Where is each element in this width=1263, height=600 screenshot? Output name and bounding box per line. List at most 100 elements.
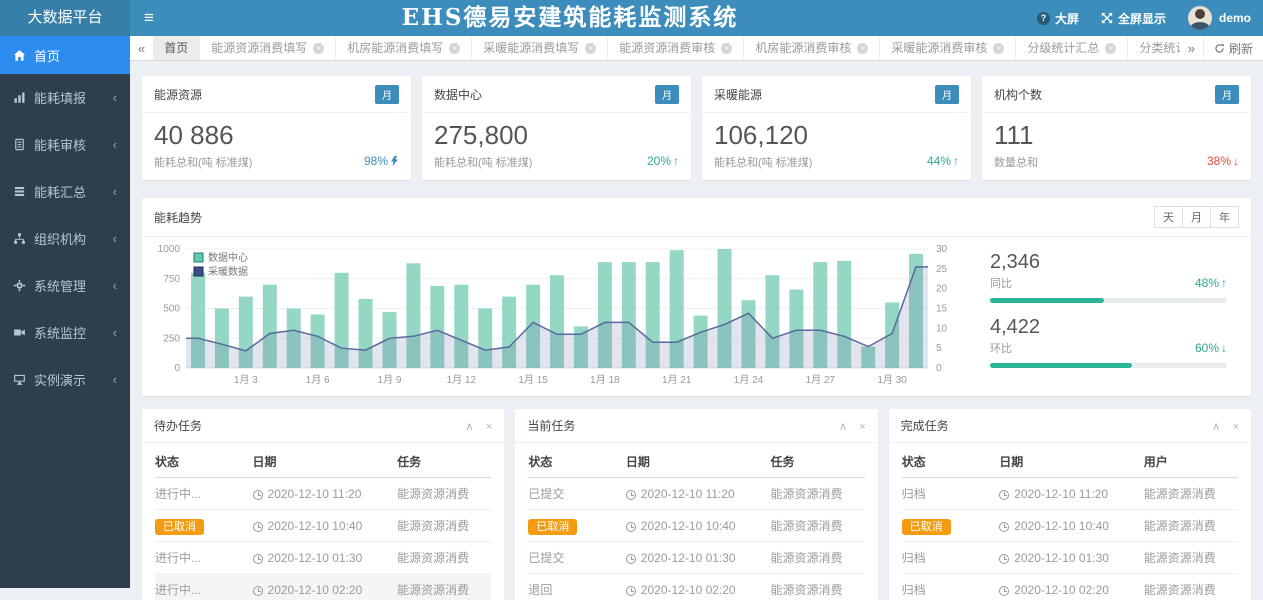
task-table: 状态日期任务 进行中... 2020-12-10 11:20 能源资源消费 已取…	[155, 444, 491, 600]
table-row[interactable]: 归档 2020-12-10 01:30 能源资源消费	[902, 542, 1238, 574]
tab-8[interactable]: 分类统计汇总 ×	[1128, 36, 1179, 60]
tab-7[interactable]: 分级统计汇总 ×	[1016, 36, 1128, 60]
tab-6[interactable]: 采暖能源消费审核 ×	[880, 36, 1016, 60]
sidebar-item-2[interactable]: 能耗审核 ‹	[0, 121, 130, 168]
clock-icon	[626, 586, 636, 596]
stat-card-title: 能源资源	[154, 86, 202, 103]
close-icon[interactable]: ×	[1233, 421, 1239, 433]
svg-text:1月 18: 1月 18	[590, 374, 620, 386]
task-panel-title: 待办任务	[154, 417, 202, 434]
date-text: 2020-12-10 10:40	[268, 519, 363, 533]
sidebar-toggle-hamburger-icon[interactable]: ≡	[144, 0, 154, 36]
user-menu[interactable]: demo	[1188, 6, 1251, 30]
table-row[interactable]: 进行中... 2020-12-10 11:20 能源资源消费	[155, 478, 491, 510]
collapse-icon[interactable]: ∧	[839, 421, 847, 433]
table-row[interactable]: 归档 2020-12-10 11:20 能源资源消费	[902, 478, 1238, 510]
tab-3[interactable]: 采暖能源消费填写 ×	[472, 36, 608, 60]
main-area: « 首页 能源资源消费填写 × 机房能源消费填写 × 采暖能源消费填写 × 能源…	[130, 36, 1263, 600]
svg-text:500: 500	[163, 304, 180, 315]
app-logo[interactable]: 大数据平台	[0, 0, 130, 36]
table-row[interactable]: 进行中... 2020-12-10 02:20 能源资源消费	[155, 574, 491, 600]
tab-close-icon[interactable]: ×	[857, 43, 868, 54]
trend-chart-body: 025050075010000510152025301月 31月 61月 91月…	[142, 237, 1251, 396]
big-screen-link[interactable]: ? 大屏	[1037, 10, 1079, 27]
table-row[interactable]: 退回 2020-12-10 02:20 能源资源消费	[528, 574, 864, 600]
status-badge: 已取消	[155, 519, 204, 535]
table-row[interactable]: 已取消 2020-12-10 10:40 能源资源消费	[155, 510, 491, 542]
sidebar: 首页 能耗填报 ‹ 能耗审核 ‹ 能耗汇总 ‹ 组织机构 ‹ 系统管理 ‹ 系统…	[0, 36, 130, 588]
clock-icon	[999, 554, 1009, 564]
progress-bar	[990, 298, 1227, 303]
tabs-scroll-left-icon[interactable]: «	[130, 36, 153, 60]
range-button-2[interactable]: 年	[1210, 206, 1239, 228]
close-icon[interactable]: ×	[859, 421, 865, 433]
clock-icon	[253, 522, 263, 532]
task-text: 能源资源消费	[770, 478, 864, 510]
tab-close-icon[interactable]: ×	[1105, 43, 1116, 54]
trend-stat-percent: 48% ↑	[1195, 276, 1227, 290]
table-row[interactable]: 已取消 2020-12-10 10:40 能源资源消费	[528, 510, 864, 542]
clock-icon	[999, 490, 1009, 500]
sidebar-item-7[interactable]: 实例演示 ‹	[0, 356, 130, 403]
svg-text:750: 750	[163, 274, 180, 285]
sidebar-item-label: 能耗审核	[34, 135, 86, 154]
sidebar-item-0[interactable]: 首页	[0, 36, 130, 74]
task-table: 状态日期用户 归档 2020-12-10 11:20 能源资源消费 已取消 20…	[902, 444, 1238, 600]
top-header: 大数据平台 ≡ EHS德易安建筑能耗监测系统 ? 大屏 全屏显示 demo	[0, 0, 1263, 36]
tab-4[interactable]: 能源资源消费审核 ×	[608, 36, 744, 60]
tab-0[interactable]: 首页	[153, 36, 200, 60]
table-row[interactable]: 已提交 2020-12-10 11:20 能源资源消费	[528, 478, 864, 510]
month-badge[interactable]: 月	[375, 85, 399, 104]
content: 能源资源 月 40 886 能耗总和(吨 标准煤) 98% 数据中心 月 275…	[130, 61, 1263, 600]
svg-text:1月 3: 1月 3	[234, 374, 258, 386]
close-icon[interactable]: ×	[486, 421, 492, 433]
tab-label: 机房能源消费填写	[347, 36, 443, 60]
refresh-label: 刷新	[1229, 40, 1253, 57]
tab-5[interactable]: 机房能源消费审核 ×	[744, 36, 880, 60]
tabs-scroll-right-icon[interactable]: »	[1180, 36, 1203, 60]
tab-close-icon[interactable]: ×	[585, 43, 596, 54]
sidebar-item-3[interactable]: 能耗汇总 ‹	[0, 168, 130, 215]
sitemap-icon	[13, 232, 26, 245]
collapse-icon[interactable]: ∧	[1212, 421, 1220, 433]
chevron-left-icon: ‹	[113, 372, 117, 387]
tab-2[interactable]: 机房能源消费填写 ×	[336, 36, 472, 60]
range-button-1[interactable]: 月	[1182, 206, 1211, 228]
column-header: 状态	[902, 444, 1000, 478]
range-button-0[interactable]: 天	[1154, 206, 1183, 228]
collapse-icon[interactable]: ∧	[465, 421, 473, 433]
tab-close-icon[interactable]: ×	[449, 43, 460, 54]
tab-close-icon[interactable]: ×	[313, 43, 324, 54]
table-row[interactable]: 已提交 2020-12-10 01:30 能源资源消费	[528, 542, 864, 574]
progress-bar	[990, 363, 1227, 368]
date-text: 2020-12-10 02:20	[1014, 583, 1109, 597]
tab-1[interactable]: 能源资源消费填写 ×	[200, 36, 336, 60]
bar-chart-icon	[13, 91, 26, 104]
tab-label: 分级统计汇总	[1027, 36, 1099, 60]
fullscreen-link[interactable]: 全屏显示	[1101, 10, 1166, 27]
table-row[interactable]: 已取消 2020-12-10 10:40 能源资源消费	[902, 510, 1238, 542]
table-row[interactable]: 归档 2020-12-10 02:20 能源资源消费	[902, 574, 1238, 600]
status-text: 归档	[902, 551, 926, 565]
stat-card-label: 能耗总和(吨 标准煤)	[154, 154, 399, 170]
table-row[interactable]: 进行中... 2020-12-10 01:30 能源资源消费	[155, 542, 491, 574]
svg-text:1月 15: 1月 15	[518, 374, 548, 386]
tab-close-icon[interactable]: ×	[993, 43, 1004, 54]
sidebar-item-5[interactable]: 系统管理 ‹	[0, 262, 130, 309]
username: demo	[1219, 11, 1251, 25]
energy-trend-chart: 025050075010000510152025301月 31月 61月 91月…	[146, 241, 964, 394]
sidebar-item-4[interactable]: 组织机构 ‹	[0, 215, 130, 262]
avatar	[1188, 6, 1212, 30]
month-badge[interactable]: 月	[1215, 85, 1239, 104]
svg-text:1月 30: 1月 30	[877, 374, 907, 386]
tab-bar: « 首页 能源资源消费填写 × 机房能源消费填写 × 采暖能源消费填写 × 能源…	[130, 36, 1263, 61]
tab-close-icon[interactable]: ×	[721, 43, 732, 54]
svg-text:25: 25	[936, 264, 948, 275]
sidebar-item-1[interactable]: 能耗填报 ‹	[0, 74, 130, 121]
task-table: 状态日期任务 已提交 2020-12-10 11:20 能源资源消费 已取消 2…	[528, 444, 864, 600]
clock-icon	[626, 522, 636, 532]
refresh-tab-button[interactable]: 刷新	[1203, 36, 1263, 60]
month-badge[interactable]: 月	[655, 85, 679, 104]
month-badge[interactable]: 月	[935, 85, 959, 104]
sidebar-item-6[interactable]: 系统监控 ‹	[0, 309, 130, 356]
